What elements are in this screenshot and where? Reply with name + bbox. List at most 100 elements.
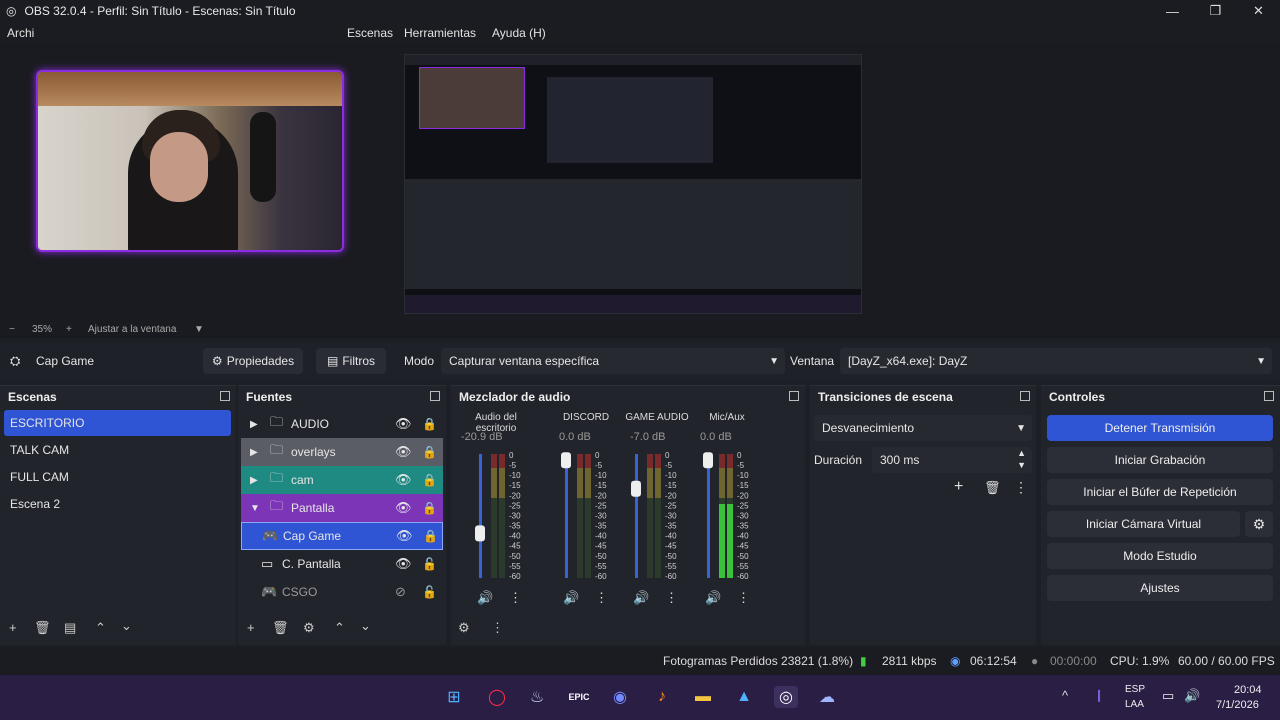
dropped-frames: Fotogramas Perdidos 23821 (1.8%) <box>663 654 854 668</box>
eye-icon[interactable]: 👁 <box>396 528 413 544</box>
eye-icon[interactable]: 👁 <box>395 444 412 460</box>
more-icon[interactable]: ⋮ <box>491 620 504 636</box>
lock-open-icon[interactable]: 🔓 <box>422 557 437 571</box>
lock-icon[interactable]: 🔒 <box>422 417 437 431</box>
undock-icon[interactable] <box>220 391 230 401</box>
volume-icon[interactable]: 🔊 <box>1184 688 1200 704</box>
menu-archivo[interactable]: Archi <box>7 26 34 40</box>
source-item-cap-game[interactable]: 🎮 Cap Game 👁 🔒 <box>241 522 443 550</box>
eye-hidden-icon[interactable]: ⊘ <box>395 584 406 600</box>
opera-icon[interactable]: ◯ <box>485 686 509 708</box>
scene-item-escritorio[interactable]: ESCRITORIO <box>4 410 231 436</box>
virtual-camera-button[interactable]: Iniciar Cámara Virtual <box>1047 511 1240 537</box>
transition-select[interactable]: Desvanecimiento ▼ <box>814 415 1032 441</box>
mode-select[interactable]: Capturar ventana específica ▼ <box>441 348 785 374</box>
mixer-settings-icon[interactable]: ⚙ <box>458 620 470 636</box>
scene-item-full-cam[interactable]: FULL CAM <box>4 464 231 490</box>
arrow-up-icon[interactable]: ⌃ <box>334 620 345 636</box>
source-item-pantalla[interactable]: ▼ 🗀 Pantalla 👁 🔒 <box>241 494 443 522</box>
gear-icon[interactable]: ⚙ <box>1245 511 1273 537</box>
gear-icon[interactable]: ⚙ <box>303 620 315 636</box>
clock-time[interactable]: 20:04 <box>1234 684 1262 696</box>
input-language[interactable]: ESP <box>1125 684 1145 695</box>
spin-up-icon[interactable]: ▲ <box>1017 448 1026 458</box>
arrow-down-icon[interactable]: ⌄ <box>121 618 132 634</box>
minimize-button[interactable]: — <box>1151 0 1194 22</box>
lock-icon[interactable]: 🔒 <box>422 445 437 459</box>
collapse-icon[interactable]: ▼ <box>250 503 260 514</box>
source-item-cam[interactable]: ▶ 🗀 cam 👁 🔒 <box>241 466 443 494</box>
eye-icon[interactable]: 👁 <box>395 500 412 516</box>
add-transition-icon[interactable]: + <box>954 478 963 496</box>
arrow-up-icon[interactable]: ⌃ <box>95 620 106 636</box>
trash-icon[interactable]: 🗑 <box>34 620 51 636</box>
discord-icon[interactable]: ◉ <box>608 686 632 708</box>
start-recording-button[interactable]: Iniciar Grabación <box>1047 447 1273 473</box>
mixer-channel-game-audio: GAME AUDIO -7.0 dB <box>616 412 698 612</box>
window-select[interactable]: [DayZ_x64.exe]: DayZ ▼ <box>840 348 1272 374</box>
scene-item-escena-2[interactable]: Escena 2 <box>4 491 231 517</box>
source-item-c-pantalla[interactable]: ▭ C. Pantalla 👁 🔓 <box>241 550 443 578</box>
stop-stream-button[interactable]: Detener Transmisión <box>1047 415 1273 441</box>
lock-icon[interactable]: 🔒 <box>422 501 437 515</box>
studio-mode-button[interactable]: Modo Estudio <box>1047 543 1273 569</box>
properties-button[interactable]: ⚙ Propiedades <box>203 348 303 374</box>
menu-escenas[interactable]: Escenas <box>347 26 393 40</box>
broadcast-icon: ◉ <box>950 654 961 668</box>
add-icon[interactable]: + <box>247 620 255 635</box>
tray-app-icon[interactable]: ❙ <box>1094 688 1104 702</box>
eye-icon[interactable]: 👁 <box>395 472 412 488</box>
menu-ayuda[interactable]: Ayuda (H) <box>492 26 546 40</box>
transition-value: Desvanecimiento <box>822 421 915 435</box>
lock-icon[interactable]: 🔒 <box>423 529 438 543</box>
source-item-overlays[interactable]: ▶ 🗀 overlays 👁 🔒 <box>241 438 443 466</box>
sources-title: Fuentes <box>246 390 293 404</box>
trash-icon[interactable]: 🗑 <box>984 480 1001 496</box>
replay-buffer-button[interactable]: Iniciar el Búfer de Repetición <box>1047 479 1273 505</box>
filter-icon[interactable]: ▤ <box>64 620 76 636</box>
photos-icon[interactable]: ▲ <box>732 686 756 708</box>
lock-open-icon[interactable]: 🔓 <box>422 585 437 599</box>
fl-studio-icon[interactable]: ♪ <box>650 686 674 708</box>
input-layout[interactable]: LAA <box>1125 699 1144 710</box>
eye-icon[interactable]: 👁 <box>395 556 412 572</box>
gear-icon: ⚙ <box>211 354 223 368</box>
maximize-button[interactable]: ❐ <box>1194 0 1237 22</box>
zoom-fit-select[interactable]: Ajustar a la ventana <box>88 324 176 335</box>
undock-icon[interactable] <box>789 391 799 401</box>
source-item-csgo[interactable]: 🎮 CSGO ⊘ 🔓 <box>241 578 443 606</box>
network-icon[interactable]: ▭ <box>1162 688 1174 704</box>
zoom-in-button[interactable]: + <box>66 324 72 335</box>
add-icon[interactable]: + <box>9 620 17 635</box>
windows-start-icon[interactable]: ⊞ <box>442 686 466 708</box>
undock-icon[interactable] <box>1264 391 1274 401</box>
file-explorer-icon[interactable]: ▬ <box>691 686 715 708</box>
expand-icon[interactable]: ▶ <box>250 475 258 486</box>
preview-canvas[interactable] <box>0 44 1280 322</box>
steam-icon[interactable]: ♨ <box>525 686 549 708</box>
zoom-out-button[interactable]: − <box>9 324 15 335</box>
chat-app-icon[interactable]: ☁ <box>815 686 839 708</box>
expand-icon[interactable]: ▶ <box>250 419 258 430</box>
expand-icon[interactable]: ▶ <box>250 447 258 458</box>
settings-button[interactable]: Ajustes <box>1047 575 1273 601</box>
undock-icon[interactable] <box>430 391 440 401</box>
epic-games-icon[interactable]: EPIC <box>567 686 591 708</box>
lock-icon[interactable]: 🔒 <box>422 473 437 487</box>
filters-button[interactable]: ▤ Filtros <box>316 348 386 374</box>
close-button[interactable]: ✕ <box>1237 0 1280 22</box>
more-icon[interactable]: ⋮ <box>1014 479 1028 496</box>
eye-icon[interactable]: 👁 <box>395 416 412 432</box>
duration-spinbox[interactable]: 300 ms ▲ ▼ <box>872 447 1032 473</box>
trash-icon[interactable]: 🗑 <box>272 620 289 636</box>
tray-caret[interactable]: ^ <box>1062 688 1068 703</box>
menu-herramientas[interactable]: Herramientas <box>404 26 476 40</box>
obs-taskbar-icon[interactable]: ◎ <box>774 686 798 708</box>
undock-icon[interactable] <box>1020 391 1030 401</box>
arrow-down-icon[interactable]: ⌄ <box>360 618 371 634</box>
source-item-audio[interactable]: ▶ 🗀 AUDIO 👁 🔒 <box>241 410 443 438</box>
spin-down-icon[interactable]: ▼ <box>1017 460 1026 470</box>
chevron-down-icon[interactable]: ▼ <box>194 324 204 335</box>
scene-item-talk-cam[interactable]: TALK CAM <box>4 437 231 463</box>
clock-date[interactable]: 7/1/2026 <box>1216 699 1259 711</box>
